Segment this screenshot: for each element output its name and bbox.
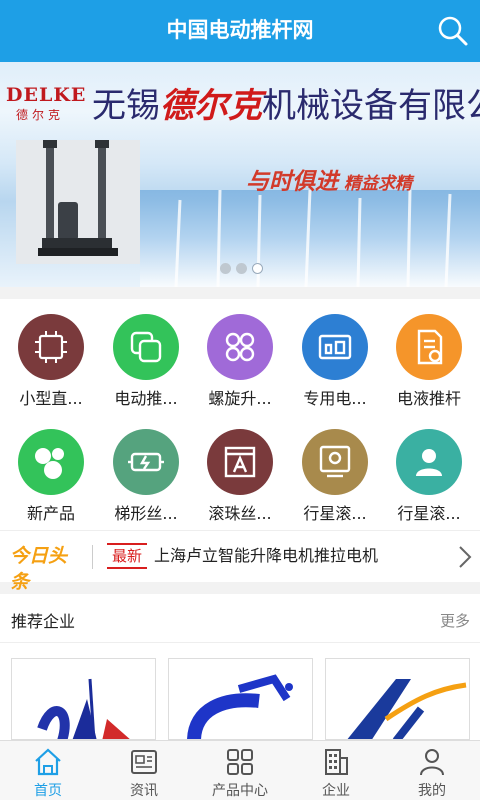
app-screen: 中国电动推杆网 DELKE 德尔克 无锡德尔克机械设备有限公司: [0, 0, 480, 800]
waterfall-image: [140, 190, 480, 287]
category-item[interactable]: 螺旋升...: [192, 299, 288, 411]
category-item[interactable]: 行星滚...: [287, 414, 383, 526]
top-bar: 中国电动推杆网: [0, 0, 480, 62]
category-item[interactable]: 电液推杆: [381, 299, 477, 411]
category-label: 行星滚...: [303, 504, 367, 523]
slogan-sub: 精益求精: [344, 174, 412, 194]
category-label: 电动推...: [114, 389, 178, 408]
news-icon: [131, 750, 157, 774]
tab-label: 资讯: [130, 783, 158, 799]
category-label: 专用电...: [303, 389, 367, 408]
tab-news[interactable]: 资讯: [96, 741, 192, 800]
category-label: 滚珠丝...: [208, 504, 272, 523]
tab-label: 首页: [34, 783, 62, 799]
promo-banner[interactable]: DELKE 德尔克 无锡德尔克机械设备有限公司: [0, 62, 480, 287]
category-item[interactable]: 行星滚...: [381, 414, 477, 526]
company-card[interactable]: [168, 658, 313, 740]
category-label: 电液推杆: [396, 389, 461, 408]
company-brand: 德尔克: [160, 86, 262, 126]
category-grid: 小型直... 电动推... 螺旋升... 专用电... 电液推杆 新产品 梯形丝…: [0, 299, 480, 530]
search-icon[interactable]: [434, 12, 472, 50]
category-item[interactable]: 滚珠丝...: [192, 414, 288, 526]
company-card[interactable]: [325, 658, 470, 740]
tab-label: 产品中心: [212, 783, 268, 799]
company-logo-image: [347, 679, 467, 739]
motor-icon: [113, 429, 179, 495]
company-logo: DELKE 德尔克: [6, 84, 88, 124]
category-item[interactable]: 小型直...: [3, 299, 99, 411]
slogan-main: 与时俱进: [246, 168, 338, 195]
more-link[interactable]: 更多: [440, 610, 470, 631]
chip-icon: [18, 314, 84, 380]
monitor-icon: [302, 429, 368, 495]
tab-products[interactable]: 产品中心: [192, 741, 288, 800]
tab-label: 我的: [418, 783, 446, 799]
tab-companies[interactable]: 企业: [288, 741, 384, 800]
category-label: 螺旋升...: [208, 389, 272, 408]
category-item[interactable]: 电动推...: [98, 299, 194, 411]
font-icon: [207, 429, 273, 495]
ticker-headline[interactable]: 上海卢立智能升降电机推拉电机: [154, 543, 444, 569]
grid-icon: [207, 314, 273, 380]
bottom-tab-bar: 首页 资讯 产品中心 企业 我的: [0, 740, 480, 800]
category-label: 梯形丝...: [114, 504, 178, 523]
recommended-companies: 推荐企业 更多: [0, 594, 480, 740]
category-item[interactable]: 新产品: [3, 414, 99, 526]
person-icon: [420, 749, 444, 776]
apps-icon: [227, 749, 253, 775]
company-logo-image: [187, 674, 293, 739]
building-icon: [325, 749, 348, 775]
section-title: 推荐企业: [11, 612, 76, 631]
device-icon: [302, 314, 368, 380]
category-item[interactable]: 专用电...: [287, 299, 383, 411]
company-prefix: 无锡: [92, 86, 160, 126]
latest-badge: 最新: [107, 543, 147, 569]
carousel-dot[interactable]: [220, 263, 231, 274]
company-logo-image: [37, 678, 130, 739]
page-title: 中国电动推杆网: [166, 18, 314, 42]
document-icon: [396, 314, 462, 380]
ticker-divider: [92, 545, 93, 569]
company-card[interactable]: [11, 658, 156, 740]
section-divider: [0, 642, 480, 643]
tab-profile[interactable]: 我的: [384, 741, 480, 800]
tab-label: 企业: [322, 783, 350, 799]
logo-text-en: DELKE: [6, 84, 87, 106]
bubbles-icon: [18, 429, 84, 495]
carousel-dot-active[interactable]: [252, 263, 263, 274]
chevron-right-icon[interactable]: [456, 545, 474, 569]
news-ticker[interactable]: 今日头条 最新 上海卢立智能升降电机推拉电机: [0, 530, 480, 593]
banner-slogan: 与时俱进 精益求精: [246, 162, 476, 196]
ticker-brand: 今日头条: [10, 545, 68, 593]
home-icon: [35, 748, 61, 776]
logo-text-cn: 德尔克: [16, 108, 65, 122]
tab-home[interactable]: 首页: [0, 741, 96, 800]
banner-company-name: 无锡德尔克机械设备有限公司: [92, 78, 480, 126]
category-label: 小型直...: [19, 389, 83, 408]
company-suffix: 机械设备有限公司: [262, 86, 480, 126]
copy-icon: [113, 314, 179, 380]
category-item[interactable]: 梯形丝...: [98, 414, 194, 526]
category-label: 新产品: [26, 504, 75, 523]
carousel-indicator[interactable]: [218, 262, 266, 276]
user-icon: [396, 429, 462, 495]
actuator-product-image: [16, 140, 140, 264]
category-label: 行星滚...: [397, 504, 461, 523]
carousel-dot[interactable]: [236, 263, 247, 274]
